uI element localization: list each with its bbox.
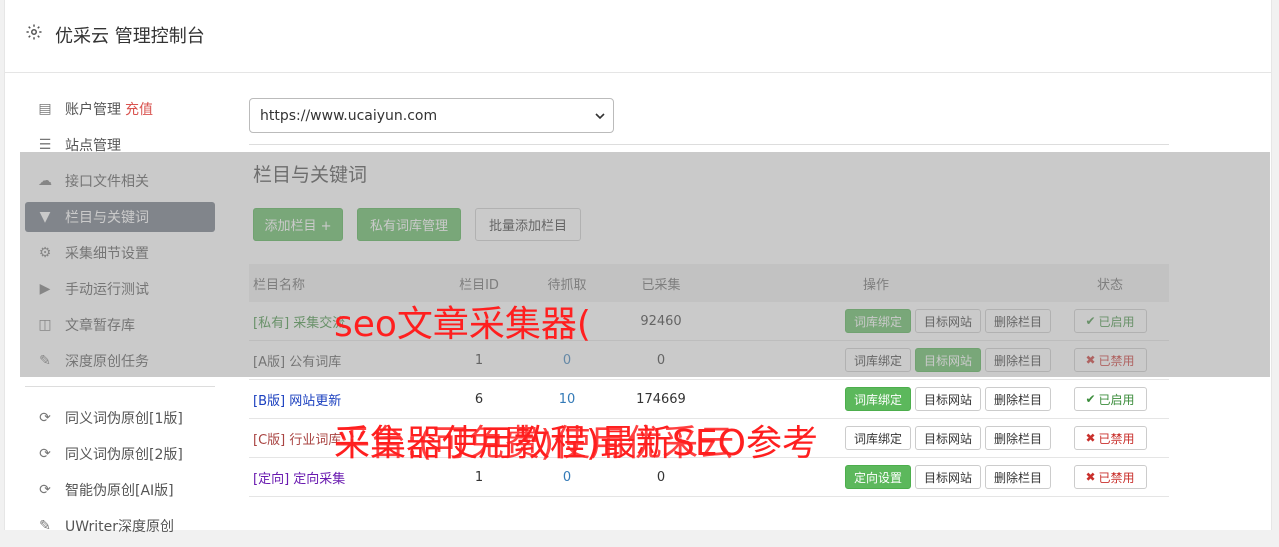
check-icon: ✔ xyxy=(1085,392,1096,406)
sidebar-item-label: 同义词伪原创[1版] xyxy=(65,411,183,427)
modal-overlay xyxy=(20,152,1270,377)
sidebar-item-label: UWriter深度原创 xyxy=(65,519,174,535)
target-site-button[interactable]: 目标网站 xyxy=(914,426,981,450)
status-toggle[interactable]: ✖已禁用 xyxy=(1073,426,1147,450)
target-site-button[interactable]: 目标网站 xyxy=(914,387,981,411)
recharge-link[interactable]: 充值 xyxy=(125,99,153,119)
status-cell: ✔已启用 xyxy=(1051,387,1169,411)
watermark-text: seo文章采集器( xyxy=(334,304,591,345)
column-name[interactable]: [定向] 定向采集 xyxy=(249,468,445,487)
bind-lib-button[interactable]: 词库绑定 xyxy=(844,426,911,450)
sidebar-item-account[interactable]: ▤ 账户管理 充值 xyxy=(25,94,215,124)
column-wait: 0 xyxy=(562,469,572,485)
status-cell: ✖已禁用 xyxy=(1051,426,1169,450)
watermark-text: 平台:(可免费)使用优采云 xyxy=(334,423,735,464)
edit-icon: ✎ xyxy=(39,518,51,534)
sidebar-item-label: 智能伪原创[AI版] xyxy=(65,483,174,499)
refresh-icon: ⟳ xyxy=(39,482,51,498)
status-toggle[interactable]: ✖已禁用 xyxy=(1073,465,1147,489)
site-select[interactable]: https://www.ucaiyun.com xyxy=(249,98,614,133)
status-label: 已禁用 xyxy=(1098,431,1135,446)
target-site-button[interactable]: 目标网站 xyxy=(914,465,981,489)
column-done: 0 xyxy=(656,469,666,485)
column-done: 174669 xyxy=(636,391,686,407)
column-tag: [B版] xyxy=(253,393,286,409)
bar-chart-icon: ▤ xyxy=(38,101,52,117)
column-name[interactable]: [B版] 网站更新 xyxy=(249,390,445,409)
bind-lib-button[interactable]: 定向设置 xyxy=(844,465,911,489)
gear-icon xyxy=(26,24,42,40)
delete-column-button[interactable]: 删除栏目 xyxy=(984,426,1051,450)
sidebar-divider xyxy=(25,386,215,387)
header: 优采云 管理控制台 xyxy=(5,0,1271,73)
sidebar-item-synonym-v2[interactable]: ⟳ 同义词伪原创[2版] xyxy=(25,439,215,469)
status-cell: ✖已禁用 xyxy=(1051,465,1169,489)
close-icon: ✖ xyxy=(1085,470,1096,484)
row-actions: 定向设置 目标网站 删除栏目 xyxy=(701,465,1051,489)
column-tag: [C版] xyxy=(253,432,286,448)
column-name-text: 网站更新 xyxy=(289,393,342,409)
status-label: 已禁用 xyxy=(1098,470,1135,485)
bind-lib-button[interactable]: 词库绑定 xyxy=(844,387,911,411)
column-name-text: 定向采集 xyxy=(293,471,346,487)
sidebar-item-label: 账户管理 xyxy=(65,102,121,118)
status-toggle[interactable]: ✔已启用 xyxy=(1073,387,1147,411)
divider xyxy=(249,144,1169,145)
refresh-icon: ⟳ xyxy=(39,410,51,426)
column-tag: [定向] xyxy=(253,471,290,487)
chevron-down-icon xyxy=(595,113,605,120)
column-id: 1 xyxy=(474,469,484,485)
delete-column-button[interactable]: 删除栏目 xyxy=(984,465,1051,489)
server-icon: ☰ xyxy=(38,137,52,153)
page-title: 优采云 管理控制台 xyxy=(55,26,205,47)
close-icon: ✖ xyxy=(1085,431,1096,445)
sidebar-item-uwriter[interactable]: ✎ UWriter深度原创 xyxy=(25,511,215,541)
sidebar-item-ai-rewrite[interactable]: ⟳ 智能伪原创[AI版] xyxy=(25,475,215,505)
row-actions: 词库绑定目标网站删除栏目 xyxy=(701,387,1051,411)
site-select-value: https://www.ucaiyun.com xyxy=(260,107,438,124)
sidebar-item-synonym-v1[interactable]: ⟳ 同义词伪原创[1版] xyxy=(25,403,215,433)
refresh-icon: ⟳ xyxy=(39,446,51,462)
delete-column-button[interactable]: 删除栏目 xyxy=(984,387,1051,411)
sidebar-item-label: 同义词伪原创[2版] xyxy=(65,447,183,463)
column-wait: 10 xyxy=(558,391,576,407)
status-label: 已启用 xyxy=(1098,392,1135,407)
column-id: 6 xyxy=(474,391,484,407)
